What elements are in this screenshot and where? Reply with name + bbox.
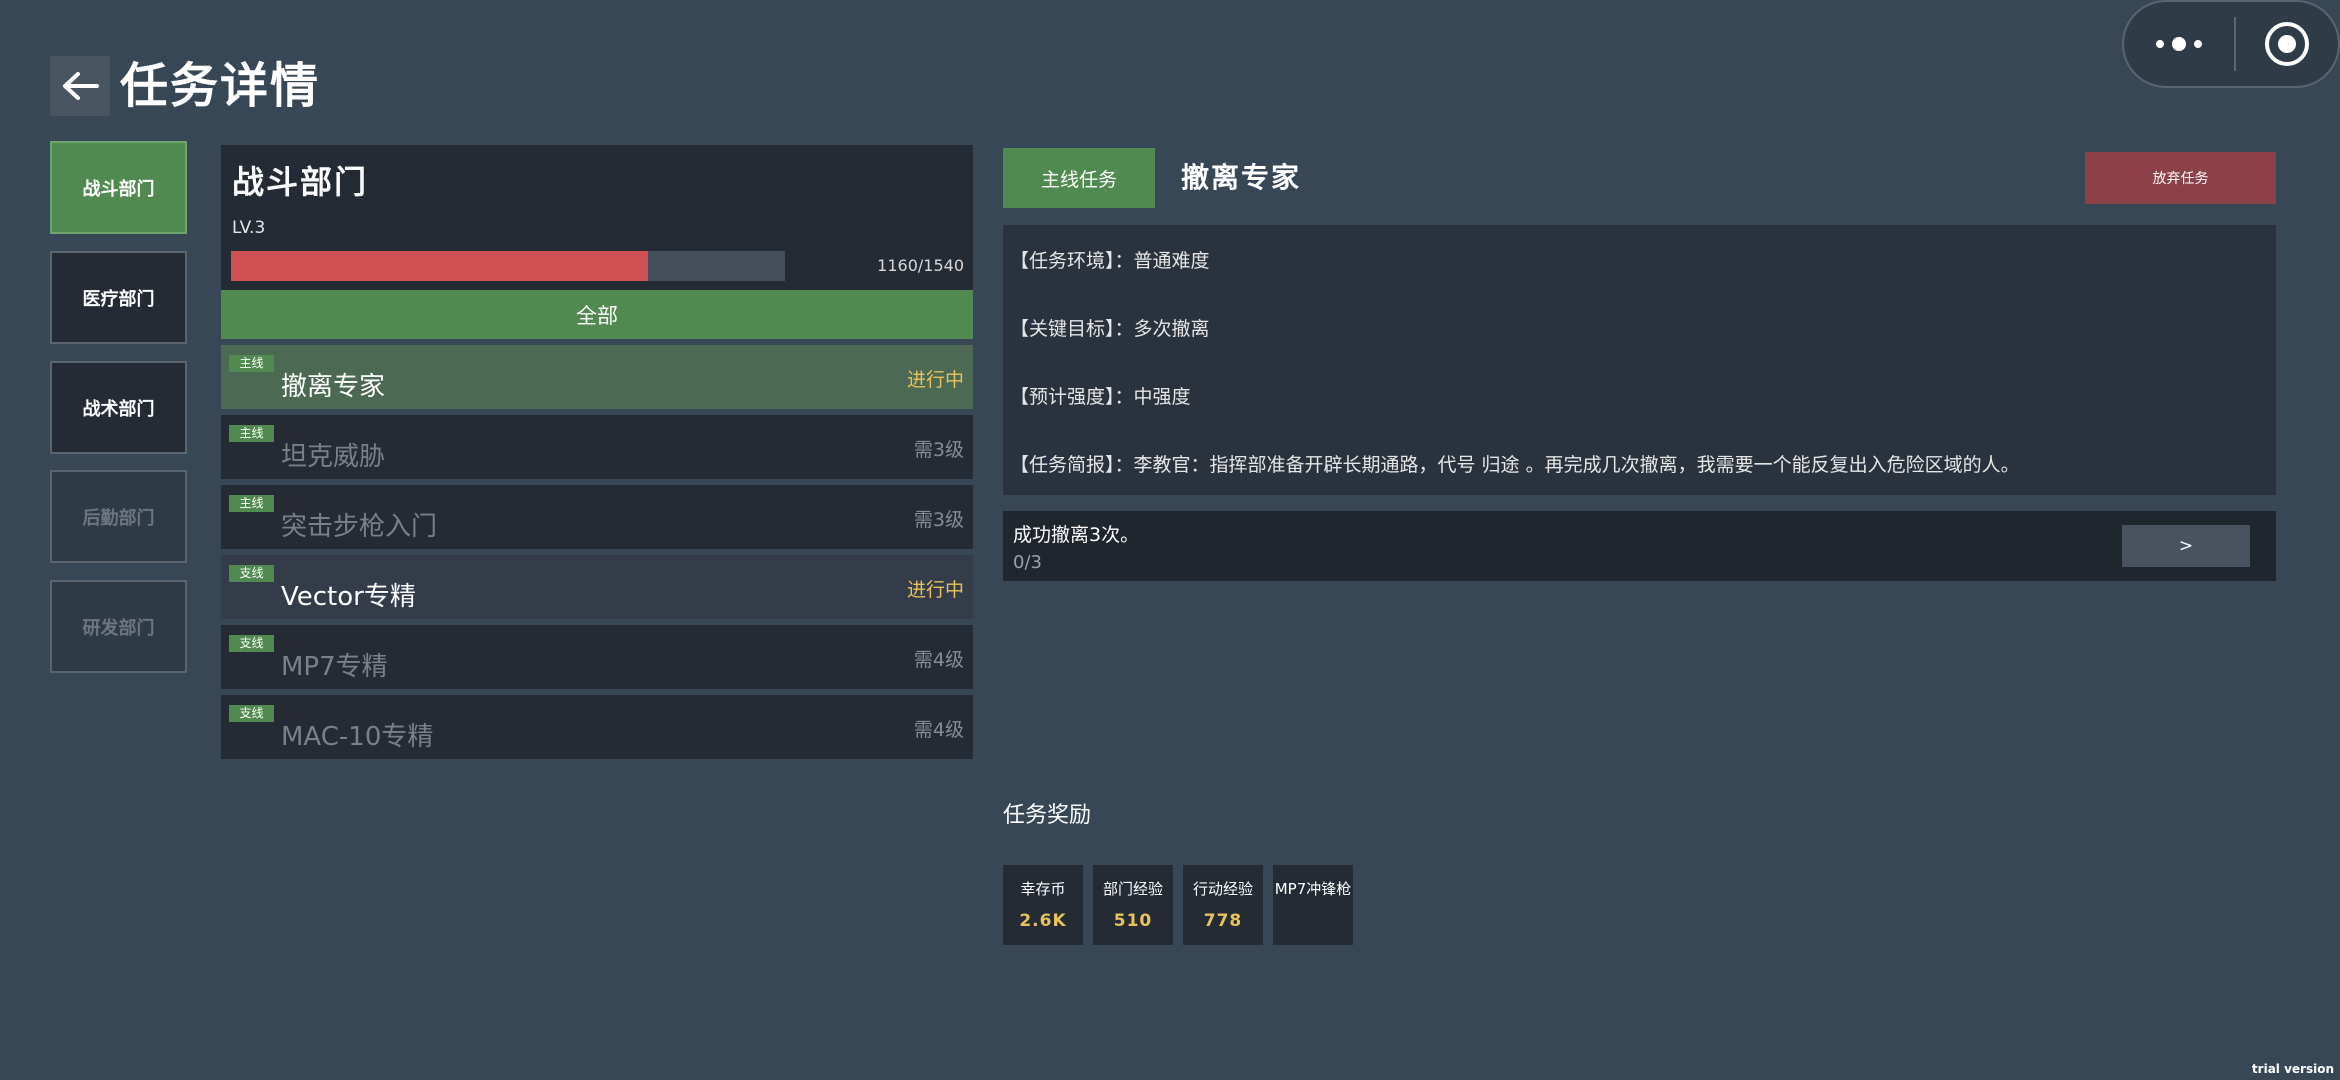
objective-text: 成功撤离3次。 <box>1013 524 1140 546</box>
reward-name: 部门经验 <box>1102 880 1163 898</box>
quest-name: 突击步枪入门 <box>281 512 438 542</box>
exp-progress-text: 1160/1540 <box>877 256 964 275</box>
close-miniprogram-button[interactable] <box>2236 2 2338 86</box>
rewards-title: 任务奖励 <box>1003 803 1092 828</box>
quest-tag: 支线 <box>229 705 274 722</box>
reward-value: 778 <box>1203 911 1243 931</box>
target-close-icon <box>2265 22 2309 66</box>
objective-progress: 0/3 <box>1013 552 1042 573</box>
dept-name: 战斗部门 <box>232 163 369 201</box>
reward-value: 510 <box>1113 911 1153 931</box>
dept-tab-logistics[interactable]: 后勤部门 <box>50 470 187 563</box>
quest-tag: 主线 <box>229 355 274 372</box>
reward-item[interactable]: 幸存币 2.6K <box>1003 865 1083 945</box>
abandon-quest-button[interactable]: 放弃任务 <box>2085 152 2276 204</box>
detail-briefing: 【任务简报】：李教官：指挥部准备开辟长期通路，代号 归途 。再完成几次撤离，我需… <box>1010 454 2020 476</box>
quest-status: 需4级 <box>913 719 964 741</box>
quest-name: Vector专精 <box>281 582 416 612</box>
quest-status: 需3级 <box>913 509 964 531</box>
quest-tag: 主线 <box>229 425 274 442</box>
page-title: 任务详情 <box>120 58 321 114</box>
quest-tag: 支线 <box>229 565 274 582</box>
quest-row[interactable]: 支线 Vector专精 进行中 <box>221 555 973 619</box>
dept-tab-combat[interactable]: 战斗部门 <box>50 141 187 234</box>
reward-item[interactable]: MP7冲锋枪 <box>1273 865 1353 945</box>
objective-go-button[interactable]: > <box>2122 525 2250 567</box>
quest-row[interactable]: 主线 突击步枪入门 需3级 <box>221 485 973 549</box>
back-button[interactable] <box>50 56 110 116</box>
filter-all-button[interactable]: 全部 <box>221 290 973 339</box>
reward-value: 2.6K <box>1019 911 1067 931</box>
arrow-left-icon <box>63 72 99 100</box>
quest-row[interactable]: 主线 撤离专家 进行中 <box>221 345 973 409</box>
quest-status: 需3级 <box>913 439 964 461</box>
quest-name: 坦克威胁 <box>281 442 386 472</box>
quest-status: 进行中 <box>906 579 964 601</box>
quest-row[interactable]: 支线 MP7专精 需4级 <box>221 625 973 689</box>
objective-box <box>1003 511 2276 581</box>
more-dots-icon <box>2156 37 2202 51</box>
detail-intensity: 【预计强度】：中强度 <box>1010 386 1191 408</box>
exp-progress-fill <box>231 251 649 281</box>
reward-name: 幸存币 <box>1020 880 1066 898</box>
dept-tab-medical[interactable]: 医疗部门 <box>50 251 187 344</box>
quest-tag: 主线 <box>229 495 274 512</box>
quest-name: MP7专精 <box>281 652 388 682</box>
quest-type-badge: 主线任务 <box>1003 148 1155 208</box>
reward-item[interactable]: 行动经验 778 <box>1183 865 1263 945</box>
quest-status: 需4级 <box>913 649 964 671</box>
reward-name: MP7冲锋枪 <box>1274 880 1352 898</box>
trial-watermark: trial version <box>2251 1062 2334 1076</box>
quest-name: MAC-10专精 <box>281 722 434 752</box>
more-button[interactable] <box>2124 2 2234 86</box>
quest-row[interactable]: 主线 坦克威胁 需3级 <box>221 415 973 479</box>
detail-environment: 【任务环境】：普通难度 <box>1010 250 1210 272</box>
reward-item[interactable]: 部门经验 510 <box>1093 865 1173 945</box>
quest-status: 进行中 <box>906 369 964 391</box>
capsule-menu <box>2122 0 2340 88</box>
quest-name: 撤离专家 <box>281 372 386 402</box>
dept-level: LV.3 <box>232 218 266 238</box>
quest-title: 撤离专家 <box>1181 161 1302 194</box>
quest-tag: 支线 <box>229 635 274 652</box>
dept-tab-research[interactable]: 研发部门 <box>50 580 187 673</box>
dept-tab-tactics[interactable]: 战术部门 <box>50 361 187 454</box>
quest-row[interactable]: 支线 MAC-10专精 需4级 <box>221 695 973 759</box>
detail-key-objective: 【关键目标】：多次撤离 <box>1010 318 1210 340</box>
reward-name: 行动经验 <box>1192 880 1253 898</box>
